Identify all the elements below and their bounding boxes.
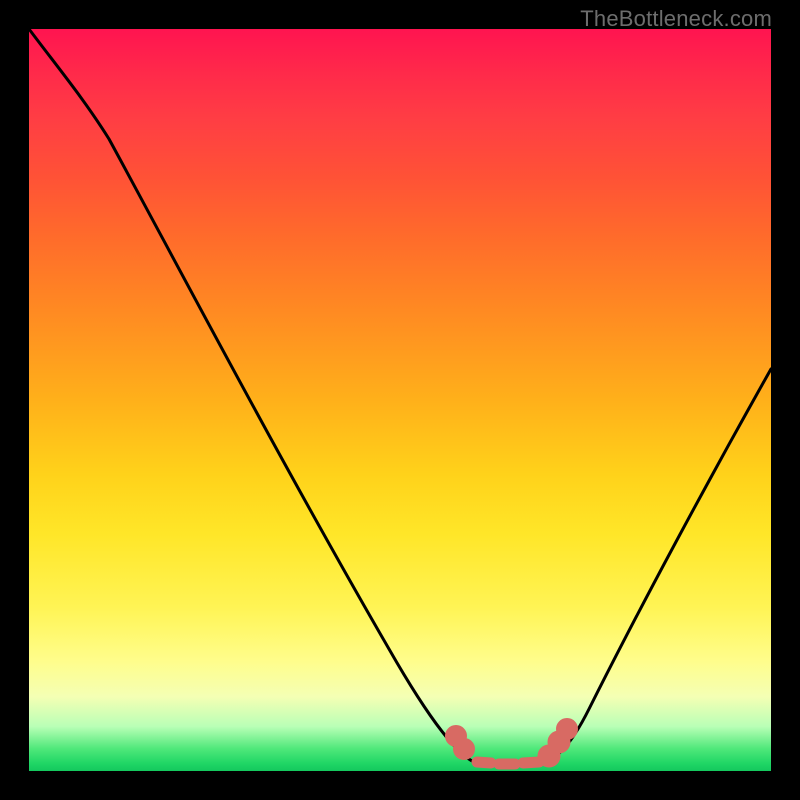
chart-frame: TheBottleneck.com (0, 0, 800, 800)
curve-layer (29, 29, 771, 771)
bottleneck-curve (29, 29, 771, 764)
plot-area (29, 29, 771, 771)
optimal-band-markers (451, 724, 573, 765)
attribution-label: TheBottleneck.com (580, 6, 772, 32)
